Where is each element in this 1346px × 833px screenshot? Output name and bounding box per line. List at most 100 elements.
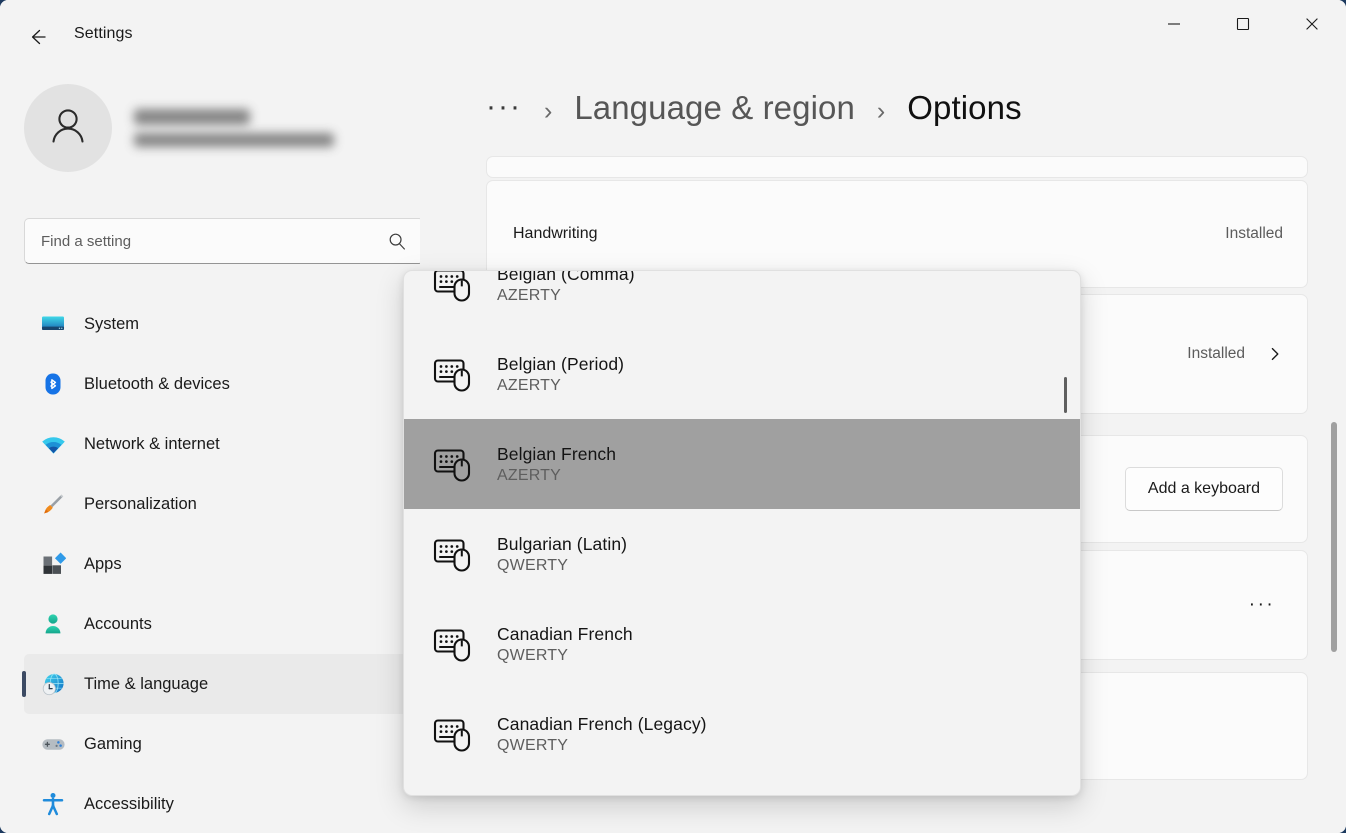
- list-item[interactable]: Canadian French QWERTY: [410, 599, 1074, 689]
- apps-grid-icon: [38, 549, 68, 579]
- layout-name: Belgian (Comma): [497, 271, 635, 285]
- sidebar-item-label: Apps: [84, 555, 122, 574]
- search-icon: [388, 232, 423, 251]
- maximize-icon: [1236, 17, 1250, 31]
- title-bar: Settings: [0, 0, 1346, 72]
- keyboard-mouse-icon: [430, 621, 476, 667]
- breadcrumb-overflow-button[interactable]: ···: [486, 92, 522, 122]
- list-item-text: Canadian French QWERTY: [497, 624, 633, 665]
- sidebar-item-label: Bluetooth & devices: [84, 375, 230, 394]
- list-item-text: Canadian French (Legacy) QWERTY: [497, 714, 707, 755]
- layout-type: QWERTY: [497, 557, 627, 575]
- list-item[interactable]: Belgian (Comma) AZERTY: [410, 271, 1074, 329]
- list-item-selected[interactable]: Belgian French AZERTY: [404, 419, 1080, 509]
- keyboard-entry-right: ···: [1241, 588, 1283, 622]
- list-item[interactable]: Canadian French (Legacy) QWERTY: [410, 689, 1074, 779]
- keyboard-mouse-icon: [430, 711, 476, 757]
- layout-name: Belgian French: [497, 444, 616, 465]
- previous-card-partial[interactable]: [486, 156, 1308, 178]
- search-input[interactable]: [25, 233, 388, 250]
- keyboard-layout-list: Belgian (Comma) AZERTY: [404, 271, 1080, 795]
- user-name: [134, 109, 250, 125]
- selection-indicator: [22, 671, 26, 697]
- sidebar-item-personalization[interactable]: Personalization: [24, 474, 408, 534]
- user-profile[interactable]: [24, 84, 334, 172]
- sidebar-item-accounts[interactable]: Accounts: [24, 594, 408, 654]
- keyboard-layout-dropdown[interactable]: Belgian (Comma) AZERTY: [403, 270, 1081, 796]
- breadcrumb-separator-icon: ›: [877, 97, 885, 126]
- sidebar-item-label: System: [84, 315, 139, 334]
- layout-type: QWERTY: [497, 737, 707, 755]
- sidebar-item-label: Network & internet: [84, 435, 220, 454]
- layout-type: QWERTY: [497, 647, 633, 665]
- back-arrow-icon: [26, 26, 48, 48]
- dropdown-scroll-thumb[interactable]: [1064, 377, 1067, 413]
- layout-type: AZERTY: [497, 287, 635, 305]
- more-options-button[interactable]: ···: [1241, 588, 1283, 622]
- keyboard-mouse-icon: [430, 271, 476, 307]
- monitor-icon: [38, 309, 68, 339]
- person-icon: [38, 609, 68, 639]
- avatar: [24, 84, 112, 172]
- sidebar-item-label: Accessibility: [84, 795, 174, 814]
- profile-text: [134, 109, 334, 147]
- main-scrollbar[interactable]: [1330, 152, 1337, 823]
- back-button[interactable]: [18, 18, 56, 56]
- layout-type: AZERTY: [497, 467, 616, 485]
- settings-window: Settings: [0, 0, 1346, 833]
- keyboard-mouse-icon: [430, 351, 476, 397]
- sidebar-item-bluetooth-devices[interactable]: Bluetooth & devices: [24, 354, 408, 414]
- sidebar-item-system[interactable]: System: [24, 294, 408, 354]
- breadcrumb-parent-link[interactable]: Language & region: [574, 89, 855, 127]
- sidebar-item-label: Accounts: [84, 615, 152, 634]
- layout-name: Canadian French (Legacy): [497, 714, 707, 735]
- page-title: Options: [907, 89, 1021, 127]
- handwriting-status-group: Installed: [1225, 225, 1283, 243]
- main-scroll-thumb[interactable]: [1331, 422, 1337, 652]
- list-item[interactable]: Belgian (Period) AZERTY: [410, 329, 1074, 419]
- bluetooth-icon: [38, 369, 68, 399]
- accessibility-icon: [38, 789, 68, 819]
- sidebar-item-label: Time & language: [84, 675, 208, 694]
- person-avatar-icon: [43, 101, 93, 156]
- list-item-text: Bulgarian (Latin) QWERTY: [497, 534, 627, 575]
- status-badge: Installed: [1187, 345, 1245, 363]
- sidebar-item-label: Gaming: [84, 735, 142, 754]
- breadcrumb-separator-icon: ›: [544, 97, 552, 126]
- window-controls: [1139, 0, 1346, 48]
- list-item[interactable]: Bulgarian (Latin) QWERTY: [410, 509, 1074, 599]
- breadcrumb: ··· › Language & region › Options: [486, 89, 1022, 127]
- gamepad-icon: [38, 729, 68, 759]
- layout-name: Belgian (Period): [497, 354, 624, 375]
- dropdown-scrollbar[interactable]: [1064, 281, 1068, 785]
- sidebar-item-network-internet[interactable]: Network & internet: [24, 414, 408, 474]
- sidebar-item-gaming[interactable]: Gaming: [24, 714, 408, 774]
- list-item-text: Belgian (Period) AZERTY: [497, 354, 624, 395]
- app-title: Settings: [74, 25, 133, 43]
- list-item-text: Belgian French AZERTY: [497, 444, 616, 485]
- status-badge: Installed: [1225, 225, 1283, 243]
- minimize-icon: [1167, 17, 1181, 31]
- close-icon: [1305, 17, 1319, 31]
- add-keyboard-button[interactable]: Add a keyboard: [1125, 467, 1283, 511]
- list-item-text: Belgian (Comma) AZERTY: [497, 271, 635, 305]
- handwriting-label: Handwriting: [513, 225, 597, 243]
- layout-name: Bulgarian (Latin): [497, 534, 627, 555]
- chevron-right-icon: [1267, 346, 1283, 362]
- language-pack-status-group: Installed: [1187, 345, 1283, 363]
- keyboard-mouse-icon: [430, 531, 476, 577]
- globe-clock-icon: [38, 669, 68, 699]
- sidebar-item-accessibility[interactable]: Accessibility: [24, 774, 408, 833]
- layout-name: Canadian French: [497, 624, 633, 645]
- paintbrush-icon: [38, 489, 68, 519]
- search-box[interactable]: [24, 218, 424, 264]
- add-keyboard-right: Add a keyboard: [1125, 467, 1283, 511]
- sidebar-item-label: Personalization: [84, 495, 197, 514]
- sidebar-item-time-language[interactable]: Time & language: [24, 654, 408, 714]
- maximize-button[interactable]: [1208, 0, 1277, 48]
- wifi-icon: [38, 429, 68, 459]
- sidebar-item-apps[interactable]: Apps: [24, 534, 408, 594]
- close-button[interactable]: [1277, 0, 1346, 48]
- keyboard-mouse-icon: [430, 441, 476, 487]
- minimize-button[interactable]: [1139, 0, 1208, 48]
